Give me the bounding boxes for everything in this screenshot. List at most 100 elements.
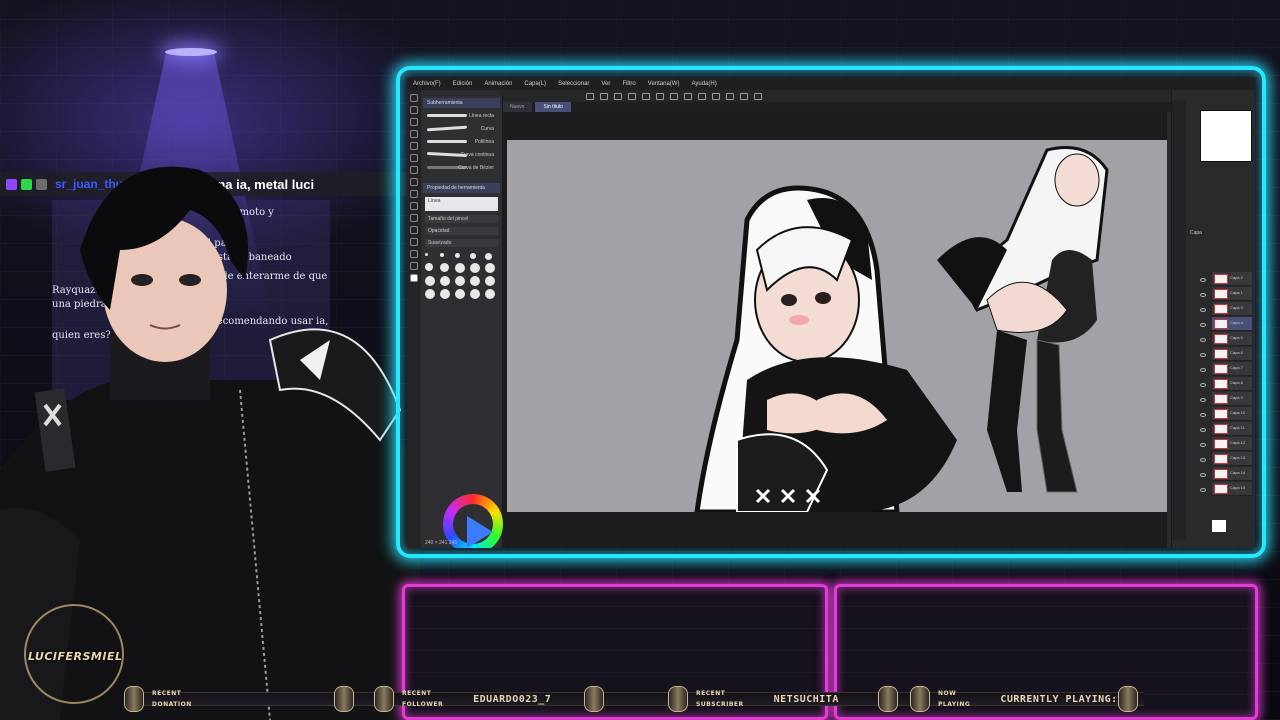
prop-stabilization[interactable]: Suavizado (425, 239, 498, 247)
menu-help[interactable]: Ayuda(H) (691, 81, 716, 87)
menu-select[interactable]: Seleccionar (558, 81, 589, 87)
clear-icon[interactable] (656, 92, 664, 100)
menu-layer[interactable]: Capa(L) (524, 81, 546, 87)
eye-icon[interactable] (1200, 383, 1206, 387)
subtool-polyline[interactable]: Polilínea (425, 137, 498, 147)
brush-size-dot[interactable] (440, 276, 450, 286)
subtool-curve[interactable]: Curva (425, 124, 498, 134)
new-file-icon[interactable] (586, 92, 594, 100)
brush-size-dot[interactable] (440, 253, 444, 257)
pen-tool-icon[interactable] (410, 154, 418, 162)
eye-icon[interactable] (1200, 293, 1206, 297)
layer-item-selected[interactable]: Capa 4 (1212, 317, 1252, 331)
eyedropper-tool-icon[interactable] (410, 142, 418, 150)
menu-edit[interactable]: Edición (453, 81, 473, 87)
grid-icon[interactable] (754, 92, 762, 100)
brush-size-dot[interactable] (470, 289, 480, 299)
menu-filter[interactable]: Filtro (622, 81, 635, 87)
layer-item[interactable]: Capa 7 (1212, 362, 1252, 376)
transform-icon[interactable] (670, 92, 678, 100)
eye-icon[interactable] (1200, 428, 1206, 432)
fill-tool-icon[interactable] (410, 214, 418, 222)
paper-layer-thumb[interactable] (1212, 520, 1226, 532)
tab-untitled[interactable]: Sin título (535, 102, 571, 112)
layer-item[interactable]: Capa 9 (1212, 392, 1252, 406)
open-icon[interactable] (600, 92, 608, 100)
brush-tool-icon[interactable] (410, 178, 418, 186)
figure-tool-icon[interactable] (410, 238, 418, 246)
eye-icon[interactable] (1200, 308, 1206, 312)
eye-icon[interactable] (1200, 323, 1206, 327)
brush-size-dot[interactable] (485, 276, 495, 286)
layer-item[interactable]: Capa 3 (1212, 302, 1252, 316)
layer-item[interactable]: Capa 6 (1212, 347, 1252, 361)
brush-size-dot[interactable] (470, 253, 476, 259)
layer-item[interactable]: Capa 14 (1212, 467, 1252, 481)
layer-item[interactable]: Capa 15 (1212, 482, 1252, 496)
layer-item[interactable]: Capa 5 (1212, 332, 1252, 346)
eye-icon[interactable] (1200, 353, 1206, 357)
eraser-tool-icon[interactable] (410, 202, 418, 210)
brush-size-dot[interactable] (455, 263, 465, 273)
eye-icon[interactable] (1200, 368, 1206, 372)
color-triangle[interactable] (467, 516, 493, 548)
brush-size-dot[interactable] (440, 289, 450, 299)
gradient-tool-icon[interactable] (410, 226, 418, 234)
eye-icon[interactable] (1200, 278, 1206, 282)
invert-icon[interactable] (712, 92, 720, 100)
menu-view[interactable]: Ver (601, 81, 610, 87)
text-tool-icon[interactable] (410, 250, 418, 258)
tab-new[interactable]: Nuevo (502, 102, 533, 112)
brush-size-dot[interactable] (470, 276, 480, 286)
lasso-tool-icon[interactable] (410, 130, 418, 138)
main-color-swatch[interactable] (410, 274, 418, 282)
prop-line[interactable]: Línea (425, 197, 498, 211)
brush-size-dot[interactable] (425, 253, 428, 256)
eye-icon[interactable] (1200, 458, 1206, 462)
eye-icon[interactable] (1200, 413, 1206, 417)
eye-icon[interactable] (1200, 338, 1206, 342)
subtool-bezier[interactable]: Curva de Bézier (425, 163, 498, 173)
save-icon[interactable] (614, 92, 622, 100)
brush-size-dot[interactable] (485, 263, 495, 273)
eye-icon[interactable] (1200, 443, 1206, 447)
brush-size-dot[interactable] (440, 263, 449, 272)
layer-item[interactable]: Capa 8 (1212, 377, 1252, 391)
subtool-continuous-curve[interactable]: Curva continua (425, 150, 498, 160)
select-tool-icon[interactable] (410, 118, 418, 126)
deselect-icon[interactable] (698, 92, 706, 100)
brush-size-dot[interactable] (470, 263, 480, 273)
brush-size-dot[interactable] (425, 263, 433, 271)
prop-opacity[interactable]: Opacidad (425, 227, 498, 235)
snap-icon[interactable] (740, 92, 748, 100)
brush-size-dot[interactable] (485, 289, 495, 299)
eye-icon[interactable] (1200, 488, 1206, 492)
drawing-canvas[interactable] (507, 140, 1167, 512)
layer-item[interactable]: Capa 11 (1212, 422, 1252, 436)
eye-icon[interactable] (1200, 473, 1206, 477)
undo-icon[interactable] (628, 92, 636, 100)
airbrush-tool-icon[interactable] (410, 190, 418, 198)
zoom-tool-icon[interactable] (410, 94, 418, 102)
prop-brush-size[interactable]: Tamaño del pincel (425, 215, 498, 223)
layer-item[interactable]: Capa 10 (1212, 407, 1252, 421)
layer-item[interactable]: Capa 12 (1212, 437, 1252, 451)
redo-icon[interactable] (642, 92, 650, 100)
select-all-icon[interactable] (684, 92, 692, 100)
pencil-tool-icon[interactable] (410, 166, 418, 174)
brush-size-dot[interactable] (425, 276, 435, 286)
layer-item[interactable]: Capa 1 (1212, 287, 1252, 301)
eye-icon[interactable] (1200, 398, 1206, 402)
menu-window[interactable]: Ventana(W) (648, 81, 680, 87)
menu-animation[interactable]: Animación (484, 81, 512, 87)
subtool-line[interactable]: Línea recta (425, 111, 498, 121)
brush-size-dot[interactable] (455, 253, 460, 258)
ruler-tool-icon[interactable] (410, 262, 418, 270)
layer-item[interactable]: Capa 2 (1212, 272, 1252, 286)
layer-item[interactable]: Capa 13 (1212, 452, 1252, 466)
brush-size-dot[interactable] (455, 289, 465, 299)
brush-size-dot[interactable] (485, 253, 492, 260)
move-tool-icon[interactable] (410, 106, 418, 114)
brush-size-dot[interactable] (425, 289, 435, 299)
brush-size-dot[interactable] (455, 276, 465, 286)
